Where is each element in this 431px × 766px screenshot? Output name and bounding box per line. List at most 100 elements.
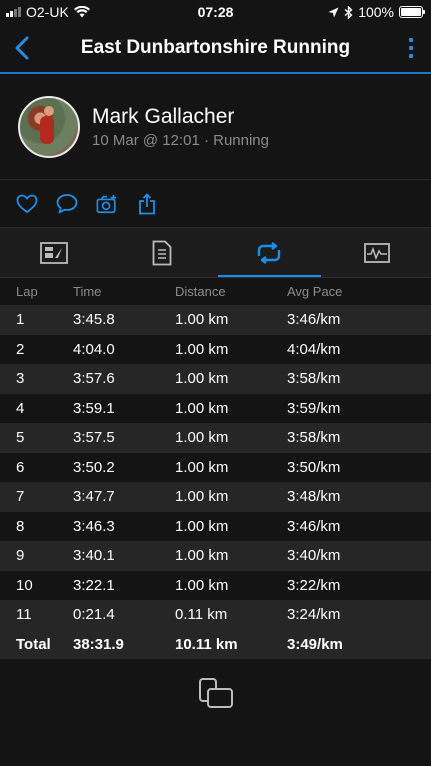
bottom-actions [0, 659, 431, 714]
tab-details[interactable] [108, 228, 216, 277]
location-arrow-icon [328, 7, 339, 17]
share-icon [139, 192, 155, 214]
lap-pace: 3:22/km [287, 576, 341, 594]
lap-number: 1 [16, 311, 25, 329]
lap-time: 3:45.8 [73, 311, 115, 329]
lap-number: 7 [16, 488, 25, 506]
table-row: 10 3:22.1 1.00 km 3:22/km [0, 570, 431, 600]
tab-laps[interactable] [216, 228, 324, 277]
table-row: 11 0:21.4 0.11 km 3:24/km [0, 600, 431, 630]
table-row: 1 3:45.8 1.00 km 3:46/km [0, 305, 431, 335]
add-photo-button[interactable] [96, 193, 118, 215]
lap-time: 3:46.3 [73, 517, 115, 535]
battery-icon [399, 6, 425, 18]
status-bar: O2-UK 07:28 100% [0, 0, 431, 24]
more-vertical-icon [409, 38, 413, 42]
laps-loop-icon [258, 241, 281, 264]
lap-pace: 4:04/km [287, 340, 341, 358]
lap-pace: 3:46/km [287, 517, 341, 535]
tab-graph[interactable] [323, 228, 431, 277]
lap-pace: 3:46/km [287, 311, 341, 329]
table-row: 6 3:50.2 1.00 km 3:50/km [0, 452, 431, 482]
copy-button[interactable] [198, 677, 234, 714]
status-left: O2-UK [6, 4, 90, 20]
activity-subtitle: 10 Mar @ 12:01 · Running [92, 131, 269, 149]
lap-time: 3:59.1 [73, 399, 115, 417]
lap-time: 4:04.0 [73, 340, 115, 358]
lap-number: 2 [16, 340, 25, 358]
lap-number: 4 [16, 399, 25, 417]
lap-distance: 1.00 km [175, 547, 229, 565]
share-button[interactable] [136, 192, 158, 215]
copy-icon [198, 678, 233, 708]
lap-number: 9 [16, 547, 25, 565]
total-pace: 3:49/km [287, 635, 343, 653]
page-title: East Dunbartonshire Running [80, 37, 351, 58]
header-lap: Lap [16, 284, 38, 299]
heart-icon [16, 194, 38, 213]
total-time: 38:31.9 [73, 635, 124, 653]
lap-number: 3 [16, 370, 25, 388]
table-row: 3 3:57.6 1.00 km 3:58/km [0, 364, 431, 394]
nav-bar: East Dunbartonshire Running [0, 24, 431, 74]
comment-button[interactable] [56, 193, 78, 215]
document-icon [152, 240, 172, 265]
more-options-button[interactable] [401, 31, 421, 65]
signal-icon [6, 7, 21, 17]
lap-time: 3:57.6 [73, 370, 115, 388]
lap-number: 10 [16, 576, 33, 594]
lap-distance: 1.00 km [175, 370, 229, 388]
lap-time: 3:40.1 [73, 547, 115, 565]
table-row: 4 3:59.1 1.00 km 3:59/km [0, 393, 431, 423]
table-row: 9 3:40.1 1.00 km 3:40/km [0, 541, 431, 571]
laps-table: 1 3:45.8 1.00 km 3:46/km 2 4:04.0 1.00 k… [0, 305, 431, 659]
activity-info: Mark Gallacher 10 Mar @ 12:01 · Running [92, 105, 269, 149]
table-row: 5 3:57.5 1.00 km 3:58/km [0, 423, 431, 453]
table-row: 8 3:46.3 1.00 km 3:46/km [0, 511, 431, 541]
lap-time: 3:47.7 [73, 488, 115, 506]
lap-pace: 3:48/km [287, 488, 341, 506]
back-button[interactable] [10, 31, 34, 65]
activity-graph-icon [364, 242, 391, 263]
battery-label: 100% [358, 4, 394, 20]
table-row: 7 3:47.7 1.00 km 3:48/km [0, 482, 431, 512]
lap-pace: 3:58/km [287, 370, 341, 388]
total-row: Total 38:31.9 10.11 km 3:49/km [0, 629, 431, 659]
laps-table-header: Lap Time Distance Avg Pace [0, 278, 431, 305]
lap-distance: 1.00 km [175, 458, 229, 476]
lap-time: 3:57.5 [73, 429, 115, 447]
total-label: Total [16, 635, 51, 653]
lap-distance: 1.00 km [175, 340, 229, 358]
stats-chart-icon [39, 241, 68, 264]
lap-number: 11 [16, 606, 32, 624]
activity-tabs [0, 228, 431, 278]
activity-header: Mark Gallacher 10 Mar @ 12:01 · Running [0, 74, 431, 180]
lap-distance: 1.00 km [175, 576, 229, 594]
carrier-label: O2-UK [26, 4, 69, 20]
lap-pace: 3:40/km [287, 547, 341, 565]
like-button[interactable] [16, 193, 38, 215]
lap-distance: 1.00 km [175, 488, 229, 506]
lap-distance: 1.00 km [175, 429, 229, 447]
table-row: 2 4:04.0 1.00 km 4:04/km [0, 334, 431, 364]
comment-icon [56, 194, 78, 214]
chevron-left-icon [15, 36, 29, 60]
lap-pace: 3:24/km [287, 606, 341, 624]
lap-time: 0:21.4 [73, 606, 115, 624]
lap-pace: 3:58/km [287, 429, 341, 447]
camera-add-icon [96, 194, 117, 213]
action-bar [0, 180, 431, 228]
lap-pace: 3:50/km [287, 458, 341, 476]
tab-stats[interactable] [0, 228, 108, 277]
lap-distance: 1.00 km [175, 399, 229, 417]
total-distance: 10.11 km [175, 635, 238, 653]
header-time: Time [73, 284, 102, 299]
lap-distance: 1.00 km [175, 517, 229, 535]
lap-time: 3:50.2 [73, 458, 115, 476]
user-name[interactable]: Mark Gallacher [92, 105, 269, 129]
header-avg-pace: Avg Pace [287, 284, 343, 299]
header-distance: Distance [175, 284, 226, 299]
status-right: 100% [328, 4, 425, 20]
avatar[interactable] [18, 95, 80, 158]
wifi-icon [73, 6, 90, 18]
